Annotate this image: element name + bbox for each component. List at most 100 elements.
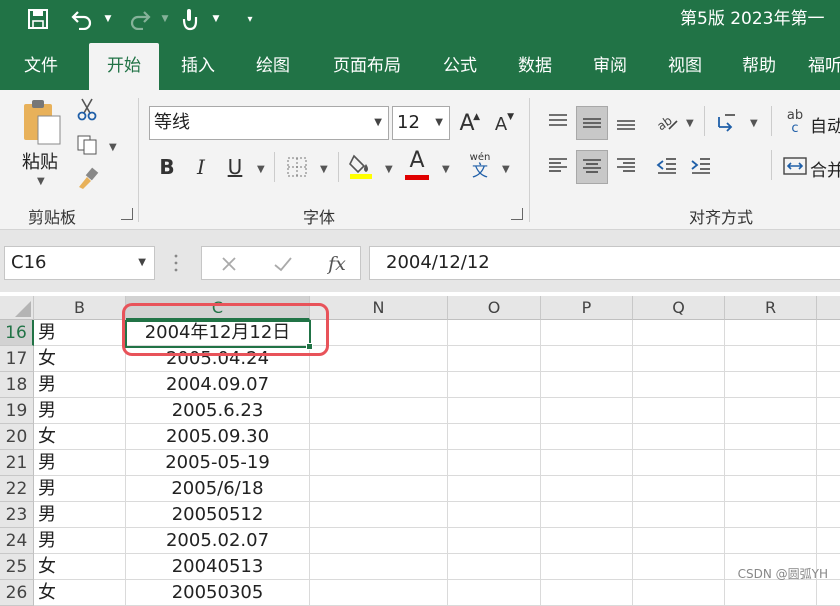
copy-icon[interactable] [74,132,100,158]
empty-cell[interactable] [817,580,840,606]
font-size-select[interactable]: 12 ▼ [392,106,450,140]
empty-cell[interactable] [448,398,541,424]
align-center-icon[interactable] [576,150,608,184]
empty-cell[interactable] [448,554,541,580]
tab-home[interactable]: 开始 [89,43,159,90]
empty-cell[interactable] [448,424,541,450]
orientation-dropdown-icon[interactable]: ▼ [686,118,694,129]
row-header[interactable]: 23 [0,502,34,528]
paste-dropdown-icon[interactable]: ▼ [37,176,45,187]
insert-function-button[interactable]: fx [322,249,352,279]
empty-cell[interactable] [633,502,725,528]
column-header-o[interactable]: O [448,296,541,320]
empty-cell[interactable] [633,372,725,398]
cell-date[interactable]: 2005.02.07 [126,528,310,554]
cell-gender[interactable]: 男 [34,372,126,398]
cell-gender[interactable]: 女 [34,346,126,372]
empty-cell[interactable] [633,554,725,580]
cell-gender[interactable]: 男 [34,320,126,346]
cell-date[interactable]: 2005.6.23 [126,398,310,424]
row-header[interactable]: 16 [0,320,34,346]
name-box[interactable]: C16 ▼ [4,246,155,280]
empty-cell[interactable] [448,476,541,502]
empty-cell[interactable] [448,320,541,346]
empty-cell[interactable] [310,346,448,372]
align-left-icon[interactable] [542,150,574,182]
shrink-font-button[interactable]: A▼ [488,110,514,138]
row-header[interactable]: 19 [0,398,34,424]
column-header-r[interactable]: R [725,296,817,320]
cell-gender[interactable]: 男 [34,528,126,554]
tab-insert[interactable]: 插入 [165,43,231,90]
grow-font-button[interactable]: A▲ [454,108,480,138]
empty-cell[interactable] [817,476,840,502]
text-direction-icon[interactable] [712,106,742,138]
empty-cell[interactable] [310,476,448,502]
row-header[interactable]: 25 [0,554,34,580]
customize-toolbar-icon[interactable]: ▾ [240,6,260,32]
touch-mode-icon[interactable] [176,6,204,32]
empty-cell[interactable] [817,372,840,398]
paste-icon[interactable] [18,96,66,148]
empty-cell[interactable] [725,346,817,372]
empty-cell[interactable] [541,398,633,424]
cell-date[interactable]: 2005.09.30 [126,424,310,450]
empty-cell[interactable] [541,372,633,398]
empty-cell[interactable] [541,450,633,476]
wrap-text-icon[interactable]: ab c [782,106,808,138]
row-header[interactable]: 17 [0,346,34,372]
empty-cell[interactable] [725,450,817,476]
column-header-p[interactable]: P [541,296,633,320]
empty-cell[interactable] [448,528,541,554]
cancel-icon[interactable] [216,251,242,277]
empty-cell[interactable] [817,346,840,372]
tab-file[interactable]: 文件 [8,43,74,90]
cell-date[interactable]: 20050305 [126,580,310,606]
row-header[interactable]: 26 [0,580,34,606]
empty-cell[interactable] [310,320,448,346]
text-direction-dropdown-icon[interactable]: ▼ [750,118,758,129]
empty-cell[interactable] [310,554,448,580]
tab-extra[interactable]: 福听 [808,43,840,90]
cell-date[interactable]: 20050512 [126,502,310,528]
empty-cell[interactable] [448,502,541,528]
tab-formulas[interactable]: 公式 [427,43,493,90]
cell-gender[interactable]: 男 [34,476,126,502]
clipboard-launcher-icon[interactable] [121,208,133,220]
empty-cell[interactable] [817,528,840,554]
empty-cell[interactable] [817,398,840,424]
empty-cell[interactable] [633,450,725,476]
row-header[interactable]: 18 [0,372,34,398]
empty-cell[interactable] [725,372,817,398]
bold-button[interactable]: B [154,152,180,182]
empty-cell[interactable] [541,580,633,606]
merge-center-label[interactable]: 合并 [810,156,840,181]
cell-gender[interactable]: 男 [34,502,126,528]
empty-cell[interactable] [541,424,633,450]
empty-cell[interactable] [541,528,633,554]
empty-cell[interactable] [448,372,541,398]
orientation-icon[interactable]: ab [652,106,682,138]
wrap-text-label[interactable]: 自动 [810,112,840,137]
empty-cell[interactable] [817,424,840,450]
paste-label[interactable]: 粘贴 [22,148,58,174]
cell-gender[interactable]: 女 [34,580,126,606]
cut-icon[interactable] [74,96,100,122]
empty-cell[interactable] [725,424,817,450]
empty-cell[interactable] [817,320,840,346]
fill-color-dropdown-icon[interactable]: ▼ [385,164,393,175]
empty-cell[interactable] [633,346,725,372]
empty-cell[interactable] [448,580,541,606]
cell-gender[interactable]: 男 [34,450,126,476]
fill-color-icon[interactable] [346,150,376,182]
undo-icon[interactable] [66,6,98,32]
underline-dropdown-icon[interactable]: ▼ [257,164,265,175]
align-bottom-icon[interactable] [610,106,642,138]
cell-gender[interactable]: 女 [34,554,126,580]
font-color-button[interactable]: A [402,150,432,182]
font-color-dropdown-icon[interactable]: ▼ [442,164,450,175]
empty-cell[interactable] [448,450,541,476]
empty-cell[interactable] [541,502,633,528]
column-header-s[interactable] [817,296,840,320]
increase-indent-icon[interactable] [686,150,716,182]
